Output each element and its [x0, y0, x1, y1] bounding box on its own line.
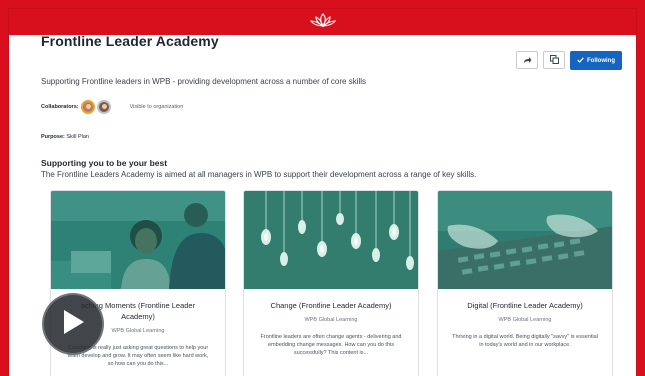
copy-button[interactable] — [543, 51, 565, 69]
lotus-logo-icon[interactable] — [309, 12, 336, 33]
section-title: Supporting you to be your best — [41, 158, 168, 168]
card-image-change — [244, 191, 418, 289]
collaborators-label: Collaborators: — [41, 104, 79, 110]
top-bar — [9, 9, 636, 35]
visibility-label: Visible to organization — [129, 104, 184, 110]
play-icon — [60, 308, 86, 341]
avatar[interactable] — [80, 100, 95, 114]
card-title[interactable]: Digital (Frontline Leader Academy) — [438, 300, 612, 311]
page-subtitle: Supporting Frontline leaders in WPB - pr… — [41, 77, 367, 86]
card-source: WPB Global Learning — [498, 317, 552, 323]
following-button[interactable]: Following — [570, 51, 622, 70]
card-description: Thriving in a digital world. Being digit… — [452, 334, 598, 348]
collaborator-avatars — [80, 100, 111, 114]
card-description: Frontline leaders are often change agent… — [260, 334, 402, 356]
share-arrow-icon — [523, 51, 532, 69]
purpose-label: Purpose: — [41, 134, 65, 140]
following-label: Following — [587, 57, 615, 64]
card-image-coaching — [51, 191, 225, 289]
checkmark-icon — [577, 56, 584, 65]
card-source: WPB Global Learning — [304, 317, 358, 323]
course-card-change[interactable]: Change (Frontline Leader Academy) WPB Gl… — [243, 190, 419, 376]
share-button[interactable] — [516, 51, 538, 69]
page-actions: Following — [516, 51, 622, 70]
play-button[interactable] — [42, 293, 104, 355]
copy-icon — [549, 51, 559, 69]
collaborators-row: Collaborators: Visible to organization — [41, 100, 183, 114]
purpose-row: Purpose: Skill Plan — [41, 134, 89, 140]
section-description: The Frontline Leaders Academy is aimed a… — [41, 170, 477, 179]
avatar[interactable] — [96, 100, 111, 114]
purpose-value: Skill Plan — [66, 134, 89, 140]
card-image-digital — [438, 191, 612, 289]
page-title: Frontline Leader Academy — [41, 33, 219, 49]
course-card-digital[interactable]: Digital (Frontline Leader Academy) WPB G… — [437, 190, 613, 376]
card-title[interactable]: Change (Frontline Leader Academy) — [244, 300, 418, 311]
